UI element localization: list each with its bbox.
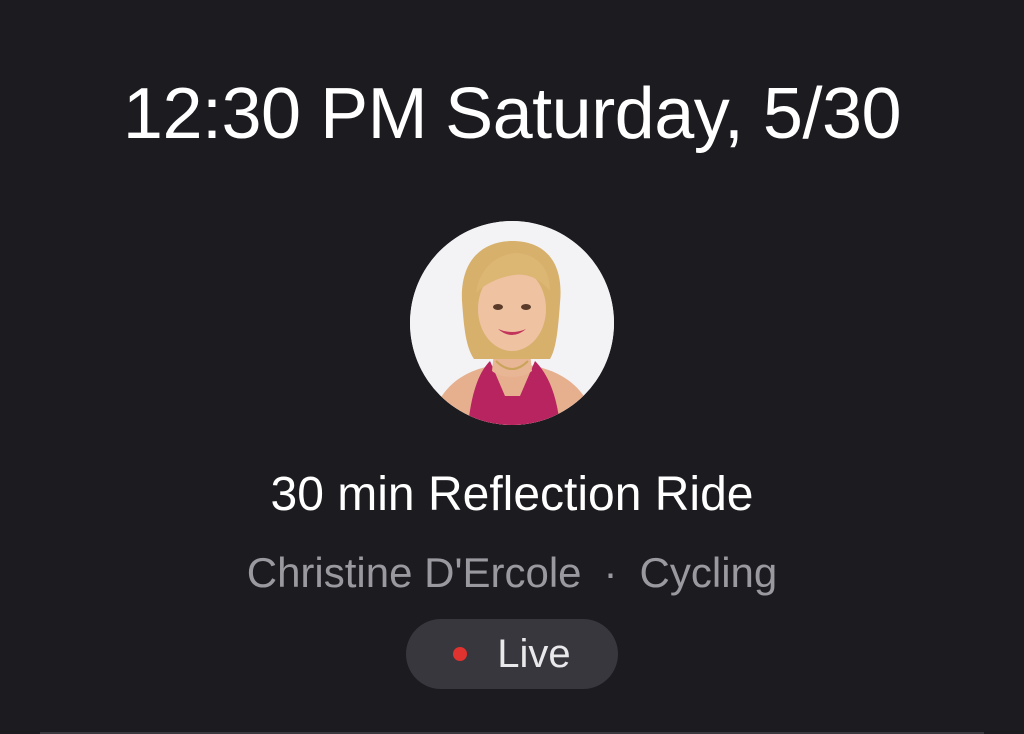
class-time: 12:30 PM [122, 74, 428, 154]
live-status-label: Live [497, 632, 571, 676]
class-discipline: Cycling [639, 549, 778, 596]
meta-separator: · [603, 549, 618, 596]
class-day-date: Saturday, 5/30 [445, 74, 902, 154]
instructor-portrait-icon [410, 221, 614, 425]
class-datetime: 12:30 PM Saturday, 5/30 [0, 72, 1024, 156]
live-indicator-icon [453, 647, 468, 661]
instructor-avatar[interactable] [410, 221, 614, 425]
class-meta: Christine D'Ercole · Cycling [0, 548, 1024, 598]
instructor-name: Christine D'Ercole [246, 549, 582, 596]
class-schedule-card[interactable]: 12:30 PM Saturday, 5/30 30 min Reflectio… [0, 0, 1024, 734]
class-title: 30 min Reflection Ride [270, 468, 754, 521]
live-status-badge[interactable]: Live [406, 619, 618, 689]
